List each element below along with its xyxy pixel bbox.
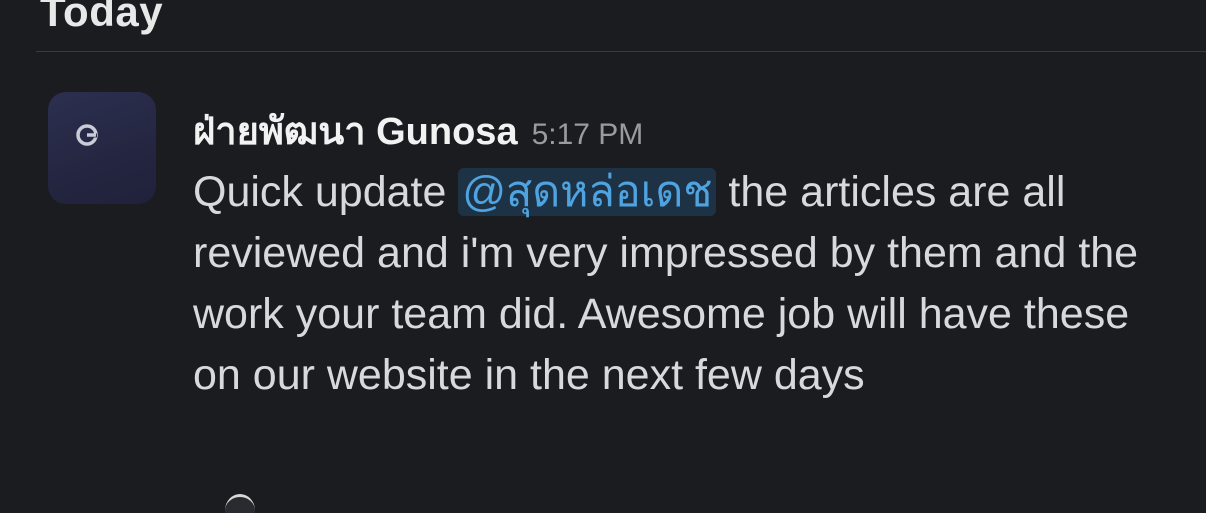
sender-name[interactable]: ฝ่ายพัฒนา Gunosa bbox=[193, 100, 518, 161]
message-header: ฝ่ายพัฒนา Gunosa 5:17 PM bbox=[193, 100, 1183, 153]
avatar[interactable] bbox=[48, 92, 156, 204]
user-mention[interactable]: @สุดหล่อเดช bbox=[458, 168, 717, 216]
company-logo-icon bbox=[76, 124, 98, 146]
next-message-preview bbox=[225, 488, 825, 513]
next-avatar[interactable] bbox=[225, 494, 255, 513]
day-divider-line bbox=[36, 51, 1206, 52]
message-text-start: Quick update bbox=[193, 168, 459, 216]
message-timestamp[interactable]: 5:17 PM bbox=[532, 118, 644, 152]
message-body: Quick update @สุดหล่อเดช the articles ar… bbox=[193, 162, 1183, 406]
message: ฝ่ายพัฒนา Gunosa 5:17 PM Quick update @ส… bbox=[193, 100, 1183, 406]
day-divider-label: Today bbox=[40, 0, 164, 35]
